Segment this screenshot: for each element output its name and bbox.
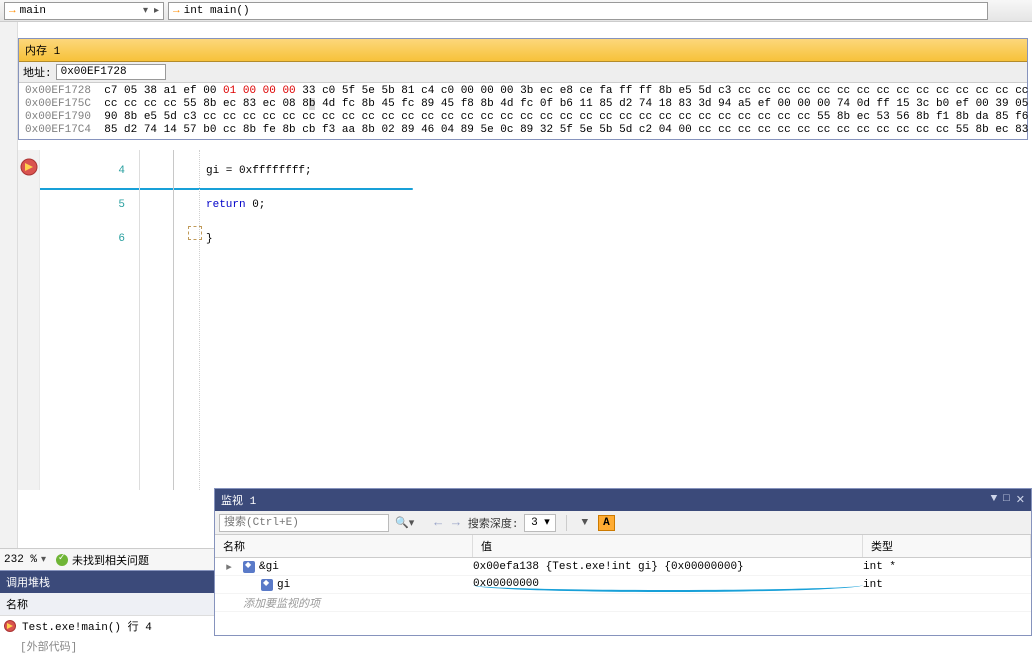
- external-code-frame[interactable]: [外部代码]: [0, 636, 214, 656]
- code-area[interactable]: gi = 0xffffffff;return 0;}: [206, 154, 312, 256]
- var-value[interactable]: 0x00000000: [473, 578, 863, 592]
- frame-text: Test.exe!main() 行 4: [22, 618, 152, 634]
- back-icon[interactable]: ←: [432, 515, 444, 530]
- current-line-arrow-icon: [20, 158, 38, 176]
- watch-search-input[interactable]: [219, 514, 389, 532]
- filter-icon[interactable]: ▼: [577, 517, 592, 529]
- left-tool-strip: [0, 22, 18, 636]
- col-type[interactable]: 类型: [863, 535, 1031, 557]
- no-issues-indicator[interactable]: 未找到相关问题: [56, 552, 149, 568]
- top-toolbar: → main ▾ ▸ → int main(): [0, 0, 1032, 22]
- issues-label: 未找到相关问题: [72, 552, 149, 568]
- callstack-panel: 调用堆栈 名称 Test.exe!main() 行 4 [外部代码]: [0, 570, 214, 636]
- address-input[interactable]: [56, 64, 166, 80]
- variable-icon: [261, 579, 273, 591]
- check-icon: [56, 554, 68, 566]
- variable-icon: [243, 561, 255, 573]
- editor-status-area: 232 % ▾ 未找到相关问题: [0, 548, 214, 570]
- watch-panel: 监视 1 ▼ □ ✕ 🔍▾ ← → 搜索深度: 3 ▾ ▼ A 名称 值 类型 …: [214, 488, 1032, 636]
- zoom-control[interactable]: 232 % ▾: [4, 554, 46, 566]
- current-frame-icon: [4, 620, 16, 632]
- callstack-column-header[interactable]: 名称: [0, 593, 214, 616]
- watch-header-row: 名称 值 类型: [215, 535, 1031, 558]
- memory-address-bar: 地址:: [19, 62, 1027, 83]
- col-value[interactable]: 值: [473, 535, 863, 557]
- watch-toolbar: 🔍▾ ← → 搜索深度: 3 ▾ ▼ A: [215, 511, 1031, 535]
- var-value[interactable]: 0x00efa138 {Test.exe!int gi} {0x00000000…: [473, 561, 863, 573]
- line-number-gutter: 456: [40, 150, 140, 490]
- dropdown-icon[interactable]: ▼: [991, 493, 998, 507]
- code-editor[interactable]: 456 gi = 0xffffffff;return 0;}: [18, 150, 1032, 490]
- watch-title-text: 监视 1: [221, 492, 256, 508]
- watch-row[interactable]: gi 0x00000000int: [215, 576, 1031, 594]
- memory-panel: 内存 1 地址: 0x00EF1728 c7 05 38 a1 ef 00 01…: [18, 38, 1028, 140]
- scope-combo[interactable]: → main ▾ ▸: [4, 2, 164, 20]
- watch-titlebar[interactable]: 监视 1 ▼ □ ✕: [215, 489, 1031, 511]
- arrow-icon: →: [173, 5, 180, 17]
- address-label: 地址:: [23, 64, 52, 80]
- watch-row[interactable]: ▸ &gi 0x00efa138 {Test.exe!int gi} {0x0000…: [215, 558, 1031, 576]
- memory-dump[interactable]: 0x00EF1728 c7 05 38 a1 ef 00 01 00 00 00…: [19, 83, 1027, 139]
- add-watch-row[interactable]: 添加要监视的项: [215, 594, 1031, 612]
- var-name: &gi: [259, 561, 279, 573]
- depth-select[interactable]: 3 ▾: [524, 514, 556, 532]
- search-icon[interactable]: 🔍▾: [395, 516, 414, 530]
- var-type: int: [863, 579, 1031, 591]
- dropdown-icon: ▾ ▸: [143, 5, 159, 17]
- zoom-bar: 232 % ▾ 未找到相关问题: [0, 548, 214, 570]
- expander-icon[interactable]: ▸: [224, 560, 234, 574]
- memory-title: 内存 1: [19, 39, 1027, 62]
- zoom-value: 232 %: [4, 554, 37, 566]
- breakpoint-gutter[interactable]: [18, 150, 40, 490]
- callstack-frame[interactable]: Test.exe!main() 行 4: [0, 616, 214, 636]
- dropdown-icon: ▾: [41, 554, 46, 566]
- forward-icon[interactable]: →: [450, 515, 462, 530]
- callstack-title: 调用堆栈: [0, 571, 214, 593]
- outline-gutter: [141, 150, 205, 490]
- var-type: int *: [863, 561, 1031, 573]
- outline-end-icon: [188, 226, 202, 240]
- close-icon[interactable]: ✕: [1016, 493, 1025, 507]
- highlight-toggle[interactable]: A: [598, 515, 615, 531]
- function-text: int main(): [184, 5, 250, 17]
- arrow-icon: →: [9, 5, 16, 17]
- scope-text: main: [20, 5, 46, 17]
- maximize-icon[interactable]: □: [1003, 493, 1010, 507]
- watch-body: ▸ &gi 0x00efa138 {Test.exe!int gi} {0x0000…: [215, 558, 1031, 612]
- depth-label: 搜索深度:: [468, 515, 519, 531]
- window-buttons: ▼ □ ✕: [991, 493, 1025, 507]
- var-name: gi: [277, 579, 290, 591]
- col-name[interactable]: 名称: [215, 535, 473, 557]
- function-combo[interactable]: → int main(): [168, 2, 988, 20]
